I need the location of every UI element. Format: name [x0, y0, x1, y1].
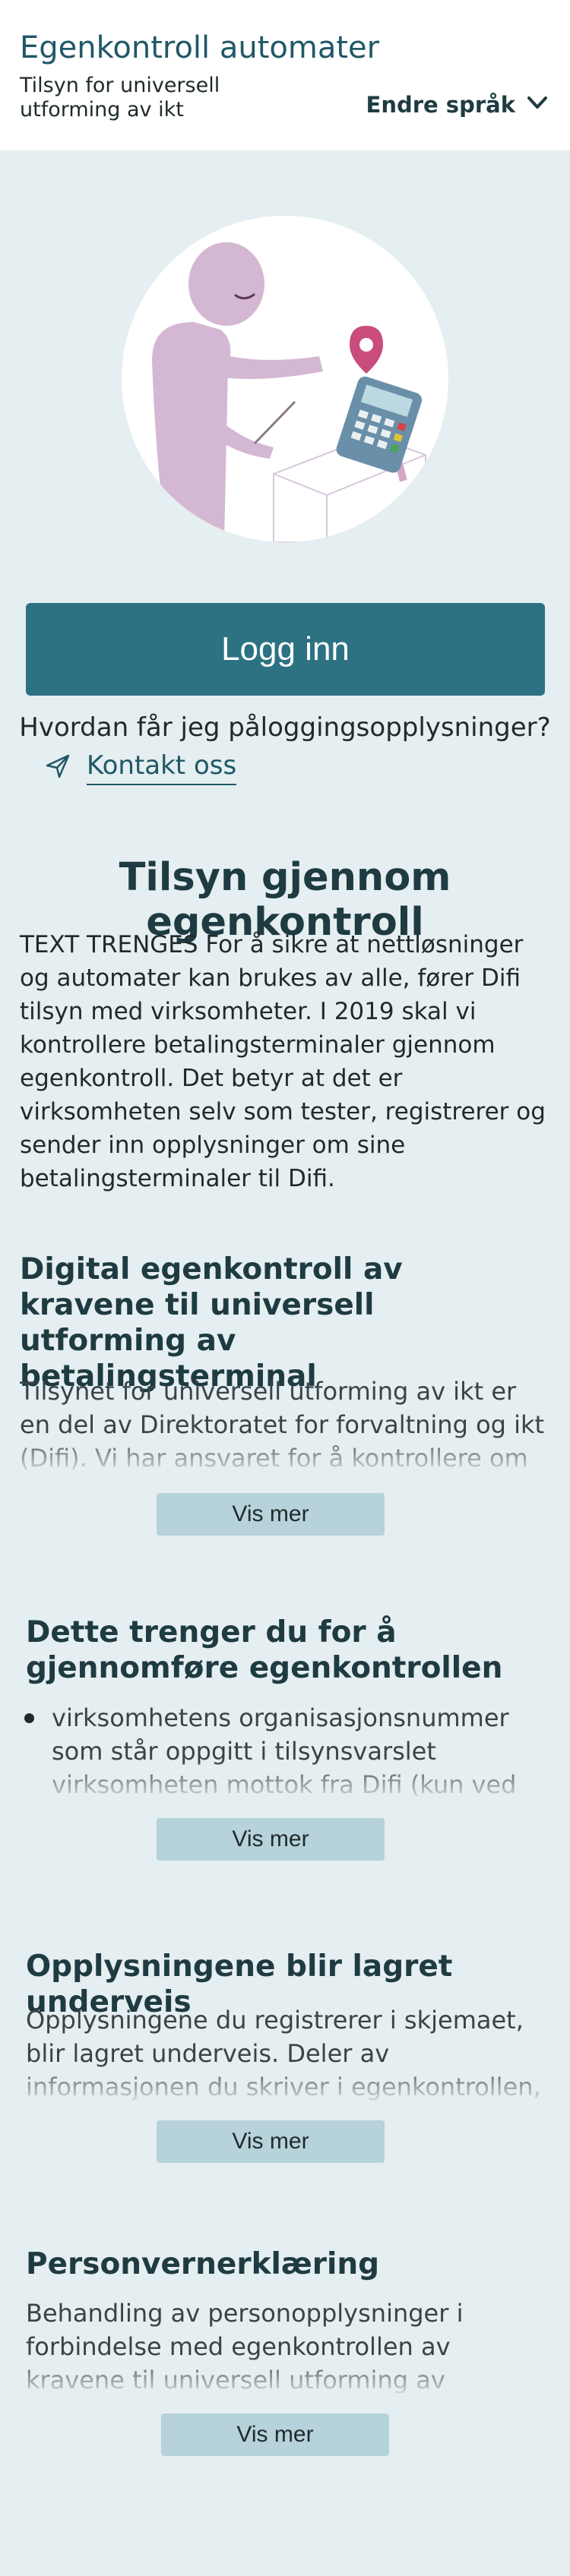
fade-overlay: [20, 1760, 552, 1800]
hero-illustration: [122, 216, 448, 542]
section-body: Tilsynet for universell utforming av ikt…: [20, 1375, 552, 1473]
intro-text: TEXT TRENGES For å sikre at nettløsninge…: [20, 931, 546, 1192]
person-at-payment-terminal-illustration: [152, 242, 426, 542]
chevron-down-icon: [524, 90, 550, 121]
change-language-label: Endre språk: [366, 92, 515, 118]
section-body: virksomhetens organisasjonsnummer som st…: [20, 1701, 552, 1800]
section-body: Behandling av personopplysninger i forbi…: [26, 2297, 550, 2395]
login-help-text: Hvordan får jeg påloggingsopplysninger?: [19, 712, 551, 743]
app-title[interactable]: Egenkontroll automater: [20, 30, 379, 65]
show-more-button[interactable]: Vis mer: [157, 2120, 385, 2163]
show-more-button[interactable]: Vis mer: [157, 1818, 385, 1861]
section-heading: Digital egenkontroll av kravene til univ…: [20, 1252, 403, 1394]
fade-overlay: [20, 1434, 552, 1473]
app-subtitle: Tilsyn for universell utforming av ikt: [20, 74, 220, 122]
show-more-button[interactable]: Vis mer: [161, 2413, 389, 2456]
section-heading: Personvernerklæring: [26, 2247, 380, 2281]
section-heading: Dette trenger du for å gjennomføre egenk…: [26, 1615, 503, 1685]
fade-overlay: [26, 2063, 550, 2102]
contact-link[interactable]: Kontakt oss: [44, 750, 237, 785]
send-icon: [44, 753, 71, 783]
login-button[interactable]: Logg inn: [26, 603, 545, 696]
fade-overlay: [26, 2356, 550, 2395]
show-more-button[interactable]: Vis mer: [157, 1493, 385, 1536]
site-header: Egenkontroll automater Tilsyn for univer…: [0, 0, 570, 150]
change-language-button[interactable]: Endre språk: [366, 90, 550, 120]
contact-link-label[interactable]: Kontakt oss: [87, 750, 237, 785]
section-body: Opplysningene du registrerer i skjemaet,…: [26, 2003, 550, 2102]
